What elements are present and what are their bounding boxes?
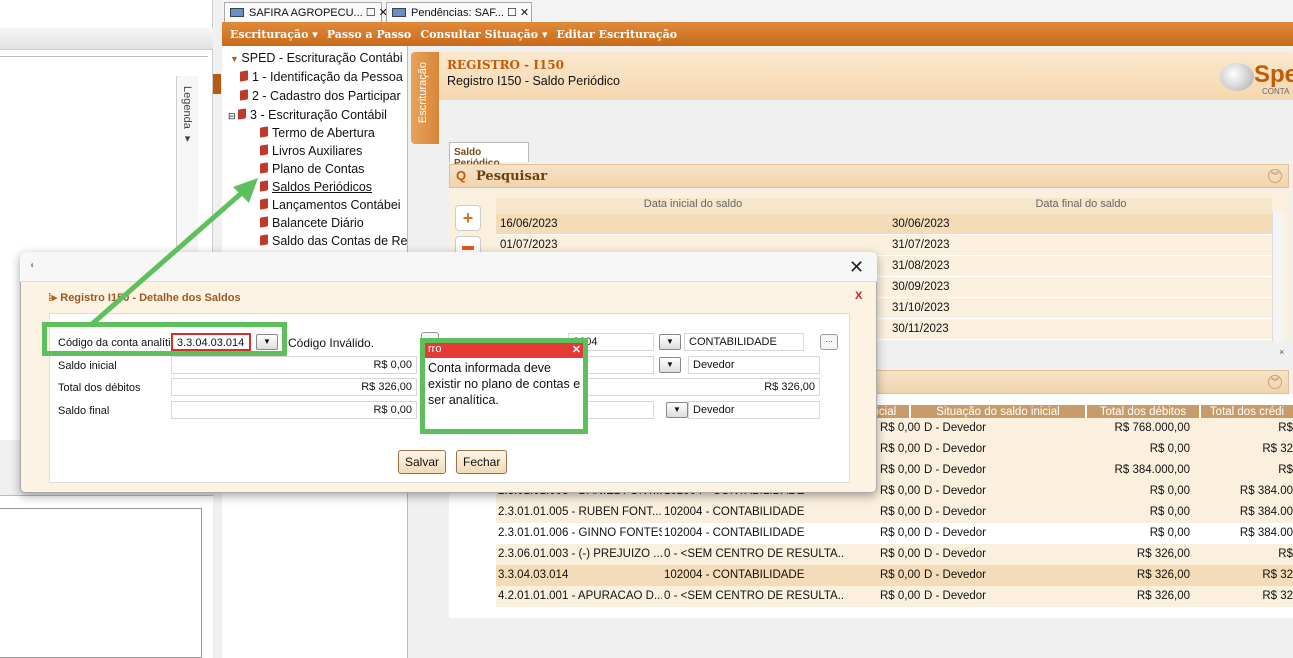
document-icon <box>230 8 244 17</box>
menu-escrituracao[interactable]: Escrituração ▾ <box>230 28 318 41</box>
tab-pendencias[interactable]: Pendências: SAF... ☐ ✕ <box>386 2 532 22</box>
tree-item-livros[interactable]: Livros Auxiliares <box>260 144 362 158</box>
tree-item-cadastro[interactable]: 2 - Cadastro dos Participar <box>240 89 401 103</box>
tree-item-lancamentos[interactable]: Lançamentos Contábei <box>260 198 401 212</box>
tree-root[interactable]: ▼ SPED - Escrituração Contábi <box>230 51 403 65</box>
menu-consultar-situacao[interactable]: Consultar Situação ▾ <box>420 28 547 41</box>
tree-node-icon <box>260 198 268 210</box>
tree-item-saldos[interactable]: Saldos Periódicos <box>260 180 372 194</box>
saldo-inicial-input[interactable]: R$ 0,00 <box>171 356 417 374</box>
pesquisar-label: Pesquisar <box>476 169 548 184</box>
centro-name-field: CONTABILIDADE <box>684 333 804 351</box>
tree-node-icon <box>260 162 268 174</box>
collapse-handle[interactable] <box>213 74 221 94</box>
tree-node-icon <box>260 216 268 228</box>
saldo-final-label: Saldo final <box>58 405 110 417</box>
table-row[interactable]: 2.3.01.01.006 - GINNO FONTES 102004 - CON… <box>496 523 1293 544</box>
lookup-button[interactable]: … <box>820 334 838 350</box>
total-debitos-label: Total dos débitos <box>58 382 141 394</box>
left-inner-frame <box>0 508 202 658</box>
escrituracao-side-tab[interactable]: Escrituração <box>411 52 439 144</box>
vertical-scrollbar[interactable] <box>1272 212 1284 342</box>
chevron-down-icon[interactable]: ▼ <box>659 334 681 350</box>
close-button[interactable]: Fechar <box>456 450 508 474</box>
tree-node-icon <box>260 144 268 156</box>
pesquisar-bar[interactable]: Q Pesquisar ︾ <box>449 164 1289 188</box>
collapse-icon[interactable]: ︾ <box>1268 375 1282 389</box>
table-row[interactable]: 2.3.01.01.005 - RUBEN FONT... 102004 - CO… <box>496 502 1293 523</box>
tree-node-icon <box>260 234 268 246</box>
sit-final-field: Devedor <box>688 401 820 419</box>
table-row[interactable]: 16/06/2023 30/06/2023 <box>496 214 1272 235</box>
tree-node-icon <box>238 108 247 120</box>
close-icon[interactable]: × <box>1279 347 1284 357</box>
chevron-down-icon[interactable]: ▼ <box>666 402 688 418</box>
register-title: Registro I150 - Saldo Periódico <box>447 74 621 88</box>
document-tab-bar: SAFIRA AGROPECU... ☐ ✕ Pendências: SAF..… <box>222 0 1293 22</box>
tree-node-icon <box>260 126 268 138</box>
tab-label: SAFIRA AGROPECU... ☐ ✕ <box>249 7 388 19</box>
tree-node-icon <box>240 70 248 82</box>
error-title: rro <box>428 343 442 355</box>
error-close-icon[interactable]: ✕ <box>572 343 581 356</box>
sit-inicial-field: Devedor <box>688 356 820 374</box>
dialog-titlebar[interactable]: ◐ <box>20 252 877 282</box>
save-button[interactable]: Salvar <box>398 450 447 474</box>
chevron-down-icon[interactable]: ▼ <box>659 357 681 373</box>
tree-item-plano[interactable]: Plano de Contas <box>260 162 364 176</box>
error-message: Conta informada deve existir no plano de… <box>428 361 581 407</box>
total-creditos-input[interactable]: R$ 326,00 <box>568 378 820 396</box>
saldo-inicial-label: Saldo inicial <box>58 360 117 372</box>
tree-node-icon <box>260 180 268 192</box>
dialog-title: ⁞▸ Registro I150 - Detalhe dos Saldos <box>48 292 241 304</box>
document-icon <box>392 8 406 17</box>
tab-saldo-periodico[interactable]: Saldo Periódico <box>449 142 529 169</box>
tab-label: Pendências: SAF... ☐ ✕ <box>411 7 530 19</box>
collapse-icon[interactable]: ︾ <box>1268 169 1282 183</box>
tree-node-icon <box>240 89 248 101</box>
column-header[interactable]: Data inicial do saldo <box>496 198 890 214</box>
add-button[interactable]: + <box>455 205 481 231</box>
sped-logo: Spe CONTA <box>1220 57 1293 97</box>
menu-passo-a-passo[interactable]: Passo a Passo <box>327 28 411 41</box>
chevron-down-icon[interactable]: ▼ <box>256 334 278 350</box>
conta-input[interactable]: 3.3.04.03.014 <box>171 333 251 351</box>
dialog-close-button[interactable]: ✕ <box>849 257 864 278</box>
table-row-selected[interactable]: 3.3.04.03.014 102004 - CONTABILIDADE R$ 0,… <box>496 565 1293 586</box>
conta-validation-message: Código Inválido. <box>288 336 375 350</box>
table-row[interactable]: 2.3.06.01.003 - (-) PREJUIZO ... 0 - <SEM… <box>496 544 1293 565</box>
error-tooltip: rro ✕ Conta informada deve existir no pla… <box>423 342 586 430</box>
tree-item-identificacao[interactable]: 1 - Identificação da Pessoa <box>240 70 403 84</box>
tree-item-escrituracao[interactable]: ⊟ 3 - Escrituração Contábil <box>228 108 387 122</box>
table-row[interactable]: 4.2.01.01.001 - APURACAO D... 0 - <SEM CE… <box>496 586 1293 607</box>
column-header[interactable]: Data final do saldo <box>890 198 1272 214</box>
saldo-final-input[interactable]: R$ 0,00 <box>171 401 417 419</box>
tab-safira[interactable]: SAFIRA AGROPECU... ☐ ✕ <box>224 2 388 22</box>
register-code: REGISTRO - I150 <box>447 58 564 72</box>
conta-label: Código da conta analítica <box>58 337 183 349</box>
tree-item-termo[interactable]: Termo de Abertura <box>260 126 375 140</box>
legenda-label: Legenda ▾ <box>181 86 193 145</box>
menu-editar-escrituracao[interactable]: Editar Escrituração <box>557 28 678 41</box>
menu-bar: Escrituração ▾ Passo a Passo Consultar S… <box>222 22 1293 46</box>
panel-close-icon[interactable]: X <box>855 290 862 302</box>
side-tab-label: Escrituração <box>417 62 429 124</box>
app-icon: ◐ <box>30 260 37 271</box>
total-debitos-input[interactable]: R$ 326,00 <box>171 378 417 396</box>
tree-item-balancete[interactable]: Balancete Diário <box>260 216 364 230</box>
tree-item-saldo-contas[interactable]: Saldo das Contas de Re <box>260 234 408 248</box>
search-icon: Q <box>456 168 467 183</box>
